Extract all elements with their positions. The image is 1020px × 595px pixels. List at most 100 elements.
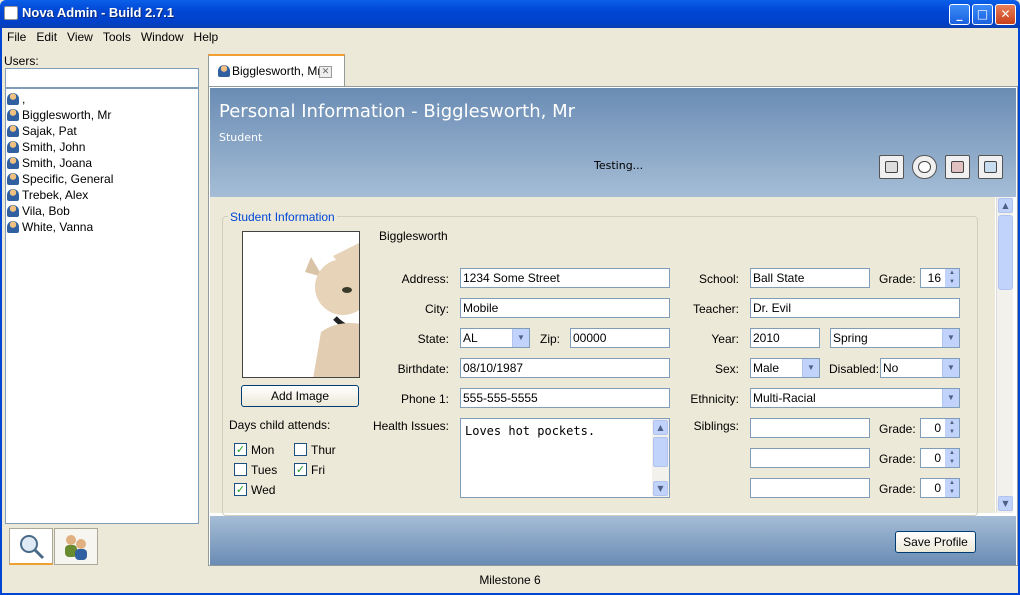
user-list-item[interactable]: Bigglesworth, Mr xyxy=(6,107,111,123)
sibling-2-field[interactable] xyxy=(750,448,870,468)
thur-label: Thur xyxy=(311,443,336,457)
tues-label: Tues xyxy=(251,463,278,477)
sex-select[interactable]: Male ▼ xyxy=(750,358,820,378)
thur-checkbox[interactable] xyxy=(294,443,307,456)
fri-checkbox[interactable]: ✓ xyxy=(294,463,307,476)
teacher-field[interactable]: Dr. Evil xyxy=(750,298,960,318)
sibling-1-grade-label: Grade: xyxy=(879,422,916,436)
state-select[interactable]: AL ▼ xyxy=(460,328,530,348)
menu-bar: File Edit View Tools Window Help xyxy=(2,28,1018,47)
page-title: Personal Information - Bigglesworth, Mr xyxy=(219,101,576,122)
spin-down-icon[interactable]: ▼ xyxy=(945,428,959,437)
sibling-3-grade-spinner[interactable]: 0 ▲ ▼ xyxy=(920,478,960,498)
tab-student-profile[interactable]: Bigglesworth, Mr ✕ xyxy=(208,54,345,87)
group-title: Student Information xyxy=(228,210,337,224)
user-list-item[interactable]: Smith, John xyxy=(6,139,85,155)
users-list[interactable]: , Bigglesworth, Mr Sajak, Pat Smith, Joh… xyxy=(5,88,199,524)
menu-window[interactable]: Window xyxy=(136,28,189,46)
days-attend-label: Days child attends: xyxy=(229,418,331,432)
term-select[interactable]: Spring ▼ xyxy=(830,328,960,348)
scroll-up-icon[interactable]: ▲ xyxy=(653,420,668,435)
sibling-3-field[interactable] xyxy=(750,478,870,498)
chevron-down-icon[interactable]: ▼ xyxy=(802,359,819,377)
window-title: Nova Admin - Build 2.7.1 xyxy=(22,5,174,20)
user-list-item[interactable]: White, Vanna xyxy=(6,219,93,235)
search-tab[interactable] xyxy=(9,528,53,565)
app-icon xyxy=(4,6,18,20)
sibling-1-grade-spinner[interactable]: 0 ▲ ▼ xyxy=(920,418,960,438)
chevron-down-icon[interactable]: ▼ xyxy=(512,329,529,347)
address-field[interactable]: 1234 Some Street xyxy=(460,268,670,288)
tab-close-icon[interactable]: ✕ xyxy=(319,66,332,78)
phone-label: Phone 1: xyxy=(400,392,449,406)
user-list-item[interactable]: Vila, Bob xyxy=(6,203,70,219)
menu-view[interactable]: View xyxy=(62,28,98,46)
maximize-button[interactable]: □ xyxy=(972,4,993,25)
chevron-down-icon[interactable]: ▼ xyxy=(942,389,959,407)
birthdate-field[interactable]: 08/10/1987 xyxy=(460,358,670,378)
spin-down-icon[interactable]: ▼ xyxy=(945,458,959,467)
minimize-button[interactable]: _ xyxy=(949,4,970,25)
cat-photo-image xyxy=(305,243,359,377)
spin-up-icon[interactable]: ▲ xyxy=(945,269,959,278)
year-field[interactable]: 2010 xyxy=(750,328,820,348)
user-list-item[interactable]: Specific, General xyxy=(6,171,113,187)
scroll-down-icon[interactable]: ▼ xyxy=(653,481,668,496)
health-issues-textarea[interactable]: Loves hot pockets. ▲ ▼ xyxy=(460,418,670,498)
scroll-thumb[interactable] xyxy=(653,437,668,467)
city-field[interactable]: Mobile xyxy=(460,298,670,318)
tues-checkbox[interactable] xyxy=(234,463,247,476)
chevron-down-icon[interactable]: ▼ xyxy=(942,329,959,347)
spin-up-icon[interactable]: ▲ xyxy=(945,479,959,488)
wed-checkbox[interactable]: ✓ xyxy=(234,483,247,496)
users-group-icon xyxy=(65,535,87,560)
menu-tools[interactable]: Tools xyxy=(98,28,136,46)
users-group-tab[interactable] xyxy=(54,528,98,565)
ethnicity-select[interactable]: Multi-Racial ▼ xyxy=(750,388,960,408)
title-bar[interactable]: Nova Admin - Build 2.7.1 _ □ ✕ xyxy=(0,0,1020,28)
scroll-thumb[interactable] xyxy=(998,215,1013,290)
user-list-item[interactable]: Trebek, Alex xyxy=(6,187,88,203)
delete-record-button[interactable] xyxy=(945,155,970,179)
spin-up-icon[interactable]: ▲ xyxy=(945,449,959,458)
chevron-down-icon[interactable]: ▼ xyxy=(942,359,959,377)
user-list-item[interactable]: , xyxy=(6,91,25,107)
mon-checkbox[interactable]: ✓ xyxy=(234,443,247,456)
sibling-2-grade-spinner[interactable]: 0 ▲ ▼ xyxy=(920,448,960,468)
fri-label: Fri xyxy=(311,463,325,477)
history-button[interactable] xyxy=(912,155,937,179)
grade-spinner[interactable]: 16 ▲ ▼ xyxy=(920,268,960,288)
sibling-3-grade-label: Grade: xyxy=(879,482,916,496)
add-image-button[interactable]: Add Image xyxy=(241,385,359,407)
user-icon xyxy=(7,157,19,169)
close-button[interactable]: ✕ xyxy=(995,4,1016,25)
users-search-input[interactable] xyxy=(5,68,199,88)
user-list-item[interactable]: Sajak, Pat xyxy=(6,123,77,139)
user-icon xyxy=(7,93,19,105)
phone-field[interactable]: 555-555-5555 xyxy=(460,388,670,408)
clock-icon xyxy=(918,161,931,173)
scroll-up-icon[interactable]: ▲ xyxy=(998,198,1013,213)
disabled-select[interactable]: No ▼ xyxy=(880,358,960,378)
user-list-item[interactable]: Smith, Joana xyxy=(6,155,92,171)
spin-up-icon[interactable]: ▲ xyxy=(945,419,959,428)
spin-down-icon[interactable]: ▼ xyxy=(945,488,959,497)
zip-field[interactable]: 00000 xyxy=(570,328,670,348)
student-name: Bigglesworth xyxy=(379,229,448,243)
id-card-button[interactable] xyxy=(879,155,904,179)
scroll-down-icon[interactable]: ▼ xyxy=(998,496,1013,511)
teacher-label: Teacher: xyxy=(692,302,739,316)
export-button[interactable] xyxy=(978,155,1003,179)
save-profile-button[interactable]: Save Profile xyxy=(895,531,976,553)
user-icon xyxy=(7,205,19,217)
menu-file[interactable]: File xyxy=(2,28,31,46)
id-card-icon xyxy=(885,161,898,173)
menu-edit[interactable]: Edit xyxy=(31,28,62,46)
form-scrollbar[interactable]: ▲ ▼ xyxy=(996,197,1013,513)
textarea-scrollbar[interactable]: ▲ ▼ xyxy=(652,419,669,497)
school-field[interactable]: Ball State xyxy=(750,268,870,288)
sibling-1-field[interactable] xyxy=(750,418,870,438)
spin-down-icon[interactable]: ▼ xyxy=(945,278,959,287)
menu-help[interactable]: Help xyxy=(189,28,224,46)
page-subtitle: Student xyxy=(219,131,263,144)
